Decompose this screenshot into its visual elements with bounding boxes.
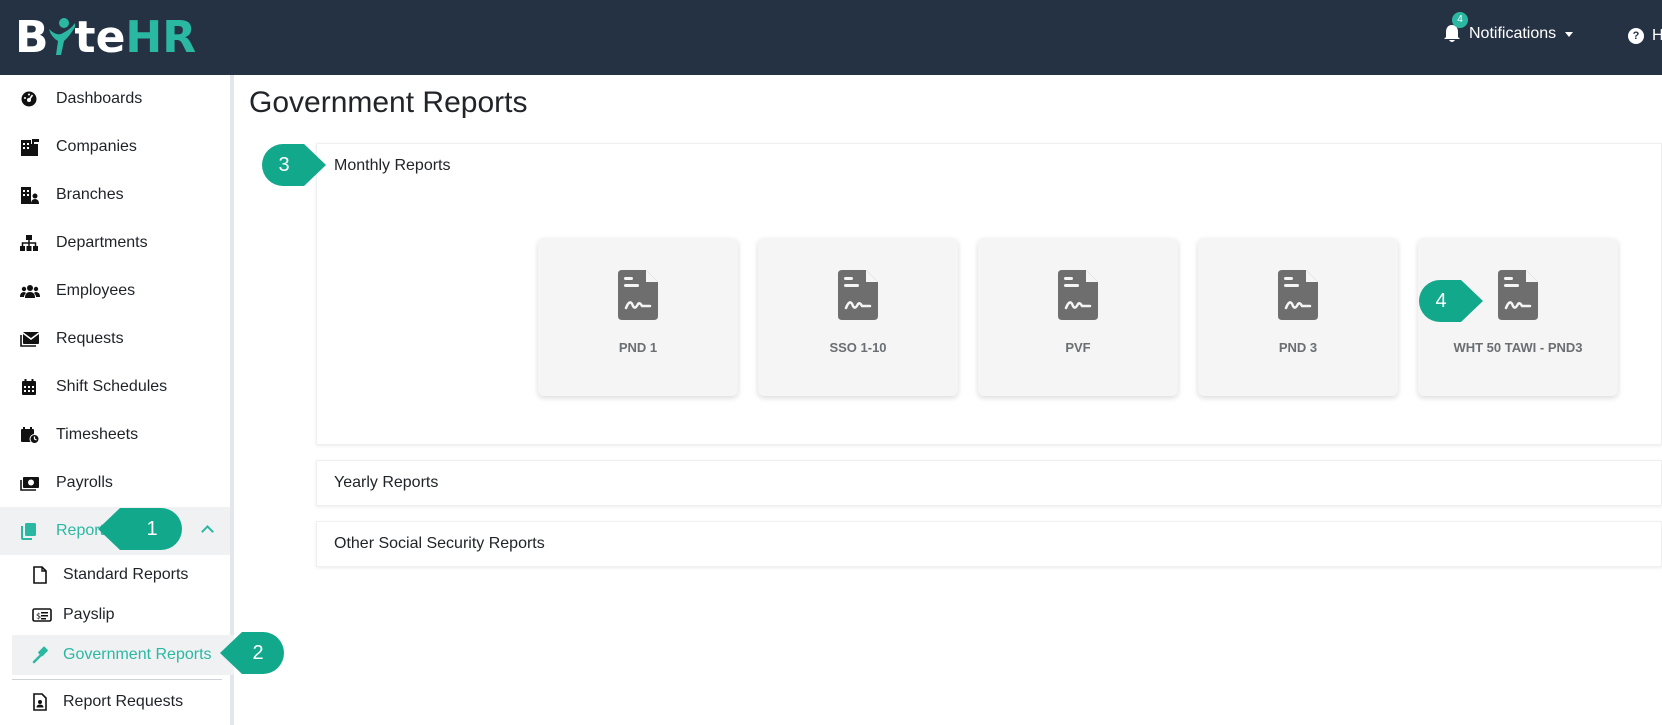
copy-icon — [20, 522, 38, 540]
notifications-label: Notifications — [1469, 25, 1557, 42]
notifications-count-badge: 4 — [1452, 12, 1468, 28]
callout-number: 1 — [146, 518, 158, 540]
sidebar-item-label: Payrolls — [56, 474, 113, 491]
other-social-security-reports-header[interactable]: Other Social Security Reports — [334, 535, 545, 553]
file-signature-icon — [618, 270, 658, 320]
report-card-label: PND 3 — [1278, 340, 1318, 355]
bell-icon: 4 — [1443, 12, 1468, 44]
top-navbar: B te HR 4 Notifications ? H — [0, 0, 1662, 75]
report-card-label: PVF — [1065, 340, 1091, 355]
callout-marker-2: 2 — [220, 632, 284, 674]
sidebar-item-payrolls[interactable]: Payrolls — [0, 459, 230, 507]
sidebar-item-employees[interactable]: Employees — [0, 267, 230, 315]
sidebar-item-companies[interactable]: Companies — [0, 123, 230, 171]
help-menu[interactable]: ? H — [1628, 27, 1662, 45]
other-social-security-reports-panel[interactable]: Other Social Security Reports — [316, 521, 1662, 567]
file-signature-icon — [1498, 270, 1538, 320]
dashboard-icon — [20, 90, 38, 108]
envelope-icon — [20, 330, 40, 348]
sidebar-item-label: Dashboards — [56, 90, 143, 107]
id-card-icon: $ — [32, 606, 52, 624]
page-title: Government Reports — [249, 86, 528, 119]
yearly-reports-panel[interactable]: Yearly Reports — [316, 460, 1662, 506]
report-card-label: PND 1 — [618, 340, 658, 355]
report-card-sso-1-10[interactable]: SSO 1-10 — [758, 238, 958, 396]
report-card-label: WHT 50 TAWI - PND3 — [1453, 340, 1583, 355]
question-circle-icon: ? — [1628, 28, 1644, 44]
sidebar-item-label: Branches — [56, 186, 124, 203]
sidebar-item-timesheets[interactable]: Timesheets — [0, 411, 230, 459]
logo-text-hr: HR — [125, 11, 197, 63]
callout-marker-4: 4 — [1419, 280, 1483, 322]
sidebar-subitem-label: Government Reports — [63, 646, 212, 663]
sidebar-subitem-government-reports[interactable]: Government Reports — [12, 635, 234, 675]
branch-icon — [20, 186, 39, 204]
sidebar-item-label: Departments — [56, 234, 148, 251]
callout-marker-3: 3 — [262, 144, 326, 186]
report-card-pvf[interactable]: PVF — [978, 238, 1178, 396]
callout-number: 3 — [278, 154, 290, 176]
building-icon — [20, 138, 39, 156]
caret-down-icon — [1565, 31, 1574, 37]
monthly-reports-header[interactable]: Monthly Reports — [334, 157, 451, 175]
help-label: H — [1652, 27, 1662, 44]
yearly-reports-header[interactable]: Yearly Reports — [334, 474, 438, 492]
report-card-pnd3[interactable]: PND 3 — [1198, 238, 1398, 396]
svg-text:$: $ — [36, 612, 41, 621]
sidebar-item-branches[interactable]: Branches — [0, 171, 230, 219]
sidebar-subitem-payslip[interactable]: $ Payslip — [12, 595, 234, 635]
sidebar-subitem-standard-reports[interactable]: Standard Reports — [12, 555, 234, 595]
sidebar-subitem-label: Standard Reports — [63, 566, 189, 583]
callout-marker-1: 1 — [98, 508, 182, 550]
app-logo[interactable]: B te HR — [15, 11, 197, 63]
calendar-icon — [20, 378, 38, 396]
report-card-label: SSO 1-10 — [829, 340, 887, 355]
chevron-up-icon[interactable] — [201, 525, 214, 538]
sidebar-item-requests[interactable]: Requests — [0, 315, 230, 363]
logo-text-te: te — [74, 11, 126, 63]
file-signature-icon — [838, 270, 878, 320]
sidebar-subitem-label: Payslip — [63, 606, 115, 623]
sidebar-item-label: Companies — [56, 138, 137, 155]
sidebar-item-label: Shift Schedules — [56, 378, 168, 395]
money-icon — [20, 474, 39, 492]
calendar-clock-icon — [20, 426, 40, 444]
users-icon — [20, 282, 40, 300]
callout-number: 2 — [252, 642, 264, 664]
logo-letter-b: B — [15, 11, 49, 63]
file-signature-icon — [1058, 270, 1098, 320]
file-signature-icon — [1278, 270, 1318, 320]
logo-figure-icon — [47, 15, 77, 59]
report-card-pnd1[interactable]: PND 1 — [538, 238, 738, 396]
notifications-dropdown[interactable]: 4 Notifications — [1443, 12, 1574, 44]
sidebar-subitem-report-requests[interactable]: Report Requests — [12, 682, 234, 722]
callout-number: 4 — [1435, 290, 1447, 312]
sidebar-divider — [12, 679, 222, 680]
sidebar-subitem-label: Report Requests — [63, 693, 184, 710]
sidebar-item-label: Requests — [56, 330, 124, 347]
sidebar-item-dashboards[interactable]: Dashboards — [0, 75, 230, 123]
sidebar-item-shift-schedules[interactable]: Shift Schedules — [0, 363, 230, 411]
sidebar-item-departments[interactable]: Departments — [0, 219, 230, 267]
file-icon — [32, 566, 50, 584]
sitemap-icon — [20, 234, 38, 252]
sidebar-item-label: Employees — [56, 282, 136, 299]
sidebar: Dashboards Companies Branches Department… — [0, 75, 234, 725]
file-user-icon — [32, 693, 50, 711]
sidebar-item-label: Timesheets — [56, 426, 139, 443]
gavel-icon — [32, 646, 50, 664]
